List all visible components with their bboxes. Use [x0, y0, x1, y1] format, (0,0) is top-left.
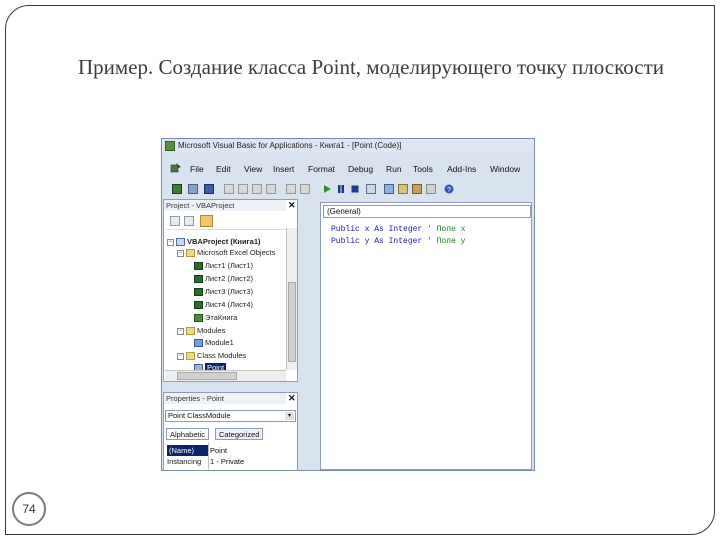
- project-explorer-icon[interactable]: [384, 184, 394, 194]
- properties-title: Properties - Point: [164, 393, 286, 404]
- worksheet-icon: [194, 275, 203, 284]
- svg-text:?: ?: [447, 187, 451, 194]
- folder-icon: [186, 327, 195, 336]
- property-value[interactable]: Point: [210, 445, 227, 456]
- object-dropdown[interactable]: (General): [323, 205, 531, 218]
- reset-icon[interactable]: [350, 184, 360, 194]
- menu-bar: File Edit View Insert Format Debug Run T…: [162, 161, 534, 175]
- menu-file[interactable]: File: [190, 164, 204, 174]
- collapse-icon[interactable]: −: [177, 352, 184, 360]
- project-pane-toolbar: [166, 213, 296, 230]
- property-name[interactable]: Instancing: [167, 456, 201, 467]
- worksheet-icon: [194, 288, 203, 297]
- find-icon[interactable]: [266, 184, 276, 194]
- help-icon[interactable]: ?: [444, 184, 454, 194]
- object-browser-icon[interactable]: [412, 184, 422, 194]
- worksheet-icon: [194, 262, 203, 271]
- standard-toolbar: ?: [162, 181, 534, 199]
- undo-icon[interactable]: [286, 184, 296, 194]
- collapse-icon[interactable]: −: [167, 238, 174, 246]
- tree-item-sheet1[interactable]: Лист1 (Лист1): [194, 261, 253, 271]
- page-number: 74: [12, 492, 46, 526]
- tab-alphabetic[interactable]: Alphabetic: [166, 428, 210, 440]
- redo-icon[interactable]: [300, 184, 310, 194]
- property-value[interactable]: 1 - Private: [210, 456, 244, 467]
- tree-item-module1[interactable]: Module1: [194, 338, 234, 348]
- project-vertical-scrollbar[interactable]: [286, 228, 297, 370]
- tree-item-class-modules[interactable]: − Class Modules: [177, 351, 246, 361]
- code-window: (General) Public x As Integer ' Поле x P…: [320, 202, 532, 470]
- scroll-thumb[interactable]: [288, 282, 296, 362]
- toolbox-icon[interactable]: [426, 184, 436, 194]
- menu-edit[interactable]: Edit: [216, 164, 231, 174]
- code-line[interactable]: Public y As Integer ' Поле y: [331, 237, 465, 246]
- module-icon: [194, 339, 203, 348]
- code-line[interactable]: Public x As Integer ' Поле x: [331, 225, 465, 234]
- tree-item-thisworkbook[interactable]: ЭтаКнига: [194, 313, 237, 323]
- project-explorer-pane: Project - VBAProject ✕ − VBAProject (Книг…: [163, 199, 298, 382]
- tree-item-modules[interactable]: − Modules: [177, 326, 225, 336]
- menu-format[interactable]: Format: [308, 164, 335, 174]
- scroll-thumb[interactable]: [177, 372, 237, 380]
- tree-item-sheet2[interactable]: Лист2 (Лист2): [194, 274, 253, 284]
- tree-item-sheet4[interactable]: Лист4 (Лист4): [194, 300, 253, 310]
- folder-icon: [186, 352, 195, 361]
- worksheet-icon: [194, 301, 203, 310]
- save-icon[interactable]: [204, 184, 214, 194]
- collapse-icon[interactable]: −: [177, 327, 184, 335]
- project-horizontal-scrollbar[interactable]: [165, 370, 286, 381]
- paste-icon[interactable]: [252, 184, 262, 194]
- workbook-icon: [194, 314, 203, 323]
- excel-app-icon: [165, 141, 175, 151]
- properties-pane: Properties - Point ✕ Point ClassModule ▾…: [163, 392, 298, 470]
- tree-item-excel-objects[interactable]: − Microsoft Excel Objects: [177, 248, 275, 258]
- project-pane-close-icon[interactable]: ✕: [288, 200, 296, 211]
- object-select[interactable]: Point ClassModule ▾: [165, 410, 296, 422]
- grid-divider: [208, 443, 209, 469]
- menu-run[interactable]: Run: [386, 164, 402, 174]
- tree-item-vbaproject[interactable]: − VBAProject (Книга1): [167, 237, 261, 247]
- properties-window-icon[interactable]: [398, 184, 408, 194]
- window-titlebar: Microsoft Visual Basic for Applications …: [162, 139, 534, 153]
- pause-icon[interactable]: [336, 184, 346, 194]
- menu-tools[interactable]: Tools: [413, 164, 433, 174]
- vbe-window: Microsoft Visual Basic for Applications …: [161, 138, 535, 471]
- copy-icon[interactable]: [238, 184, 248, 194]
- cut-icon[interactable]: [224, 184, 234, 194]
- menu-view[interactable]: View: [244, 164, 262, 174]
- project-explorer-title: Project - VBAProject: [164, 200, 286, 211]
- view-code-icon[interactable]: [170, 216, 180, 226]
- design-mode-icon[interactable]: [366, 184, 376, 194]
- properties-pane-close-icon[interactable]: ✕: [288, 393, 296, 404]
- slide-title: Пример. Создание класса Point, моделирую…: [78, 55, 664, 79]
- view-excel-icon[interactable]: [172, 184, 182, 194]
- run-icon[interactable]: [322, 184, 332, 194]
- collapse-icon[interactable]: −: [177, 249, 184, 257]
- dropdown-arrow-icon[interactable]: ▾: [285, 412, 294, 420]
- toggle-folders-icon[interactable]: [200, 215, 213, 227]
- property-name[interactable]: (Name): [167, 445, 209, 456]
- menu-debug[interactable]: Debug: [348, 164, 373, 174]
- insert-userform-icon[interactable]: [188, 184, 198, 194]
- view-object-icon[interactable]: [184, 216, 194, 226]
- window-title: Microsoft Visual Basic for Applications …: [178, 141, 402, 150]
- vba-menu-icon[interactable]: [170, 162, 182, 173]
- menu-insert[interactable]: Insert: [273, 164, 294, 174]
- project-icon: [176, 238, 185, 247]
- tab-categorized[interactable]: Categorized: [215, 428, 264, 440]
- menu-window[interactable]: Window: [490, 164, 520, 174]
- menu-addins[interactable]: Add-Ins: [447, 164, 476, 174]
- tree-item-sheet3[interactable]: Лист3 (Лист3): [194, 287, 253, 297]
- folder-icon: [186, 249, 195, 258]
